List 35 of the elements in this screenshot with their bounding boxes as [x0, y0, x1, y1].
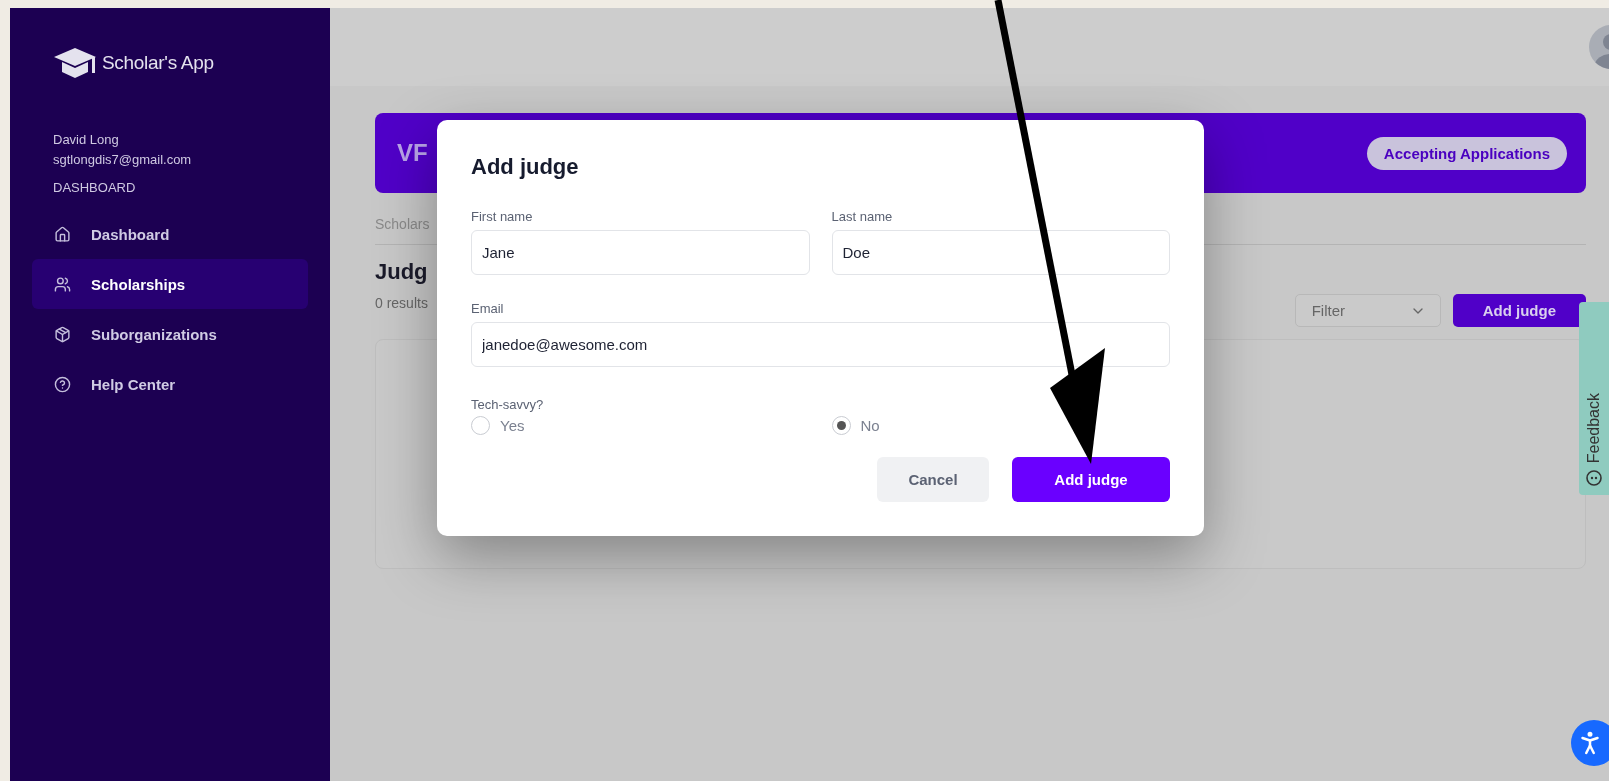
add-judge-button[interactable]: Add judge — [1452, 294, 1586, 327]
field-label: Email — [471, 301, 505, 316]
radio-button[interactable] — [831, 416, 851, 435]
page-title: Judg — [375, 259, 428, 285]
input-field[interactable]: Jane — [471, 230, 810, 275]
sidebar-item[interactable]: Suborganizations — [32, 309, 308, 359]
feedback-tab[interactable]: Feedback — [1579, 302, 1609, 495]
radio-button[interactable] — [471, 416, 490, 435]
graduation-cap-icon — [54, 48, 96, 78]
field-label: Last name — [831, 209, 894, 224]
input-field[interactable]: janedoe@awesome.com — [471, 322, 1170, 367]
help-icon — [54, 375, 71, 393]
question-label: Tech-savvy? — [471, 397, 545, 412]
filter-select[interactable]: Filter — [1294, 294, 1441, 327]
input-field[interactable]: Doe — [831, 230, 1170, 275]
section-heading: DASHBOARD — [52, 180, 137, 195]
users-icon — [54, 275, 71, 293]
submit-button[interactable]: Add judge — [1012, 457, 1170, 502]
field-label: First name — [471, 209, 534, 224]
user-name: David Long — [52, 131, 120, 149]
radio-label: No — [860, 417, 880, 434]
results-count: 0 results — [375, 295, 428, 311]
sidebar-item[interactable]: Dashboard — [32, 209, 308, 259]
sidebar-item[interactable]: Help Center — [32, 359, 308, 409]
cancel-button[interactable]: Cancel — [877, 457, 989, 502]
radio-label: Yes — [500, 417, 525, 434]
logo-text: Scholar's App — [102, 52, 214, 74]
status-badge: Accepting Applications — [1366, 136, 1567, 170]
sidebar-item[interactable]: Scholarships — [32, 259, 308, 309]
home-icon — [54, 225, 71, 243]
user-email: sgtlongdis7@gmail.com — [52, 151, 193, 169]
dialog-title: Add judge — [471, 154, 580, 180]
chat-icon — [1585, 469, 1603, 487]
box-icon — [54, 325, 71, 343]
banner-title: VF — [397, 139, 428, 167]
